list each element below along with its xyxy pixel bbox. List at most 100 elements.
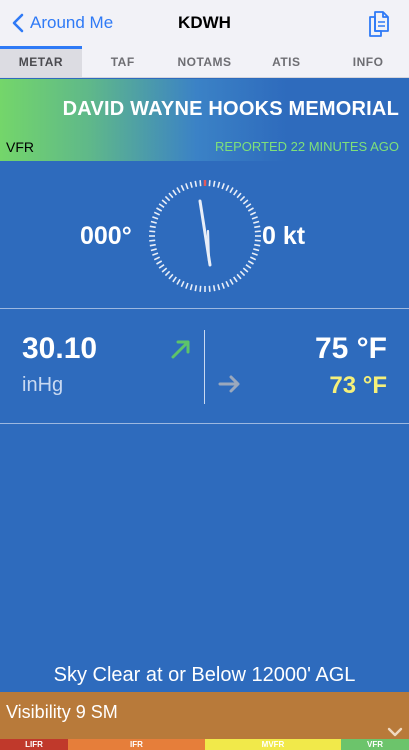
compass-tick xyxy=(172,276,177,283)
chevron-down-icon[interactable] xyxy=(387,726,403,739)
scale-lifr: LIFR xyxy=(0,739,68,750)
navigation-bar: Around Me KDWH xyxy=(0,0,409,46)
tab-label: METAR xyxy=(18,54,64,69)
compass-tick xyxy=(180,280,185,288)
compass-tick xyxy=(149,239,156,242)
compass-tick xyxy=(249,211,257,216)
compass-tick xyxy=(189,181,193,188)
compass-tick xyxy=(158,203,165,208)
compass-tick xyxy=(185,183,189,190)
arrow-right-icon xyxy=(218,375,240,393)
compass-tick xyxy=(217,181,221,188)
tab-taf[interactable]: TAF xyxy=(82,46,164,77)
tab-bar: METAR TAF NOTAMS ATIS INFO xyxy=(0,46,409,78)
compass-tick xyxy=(239,270,246,277)
compass-tick xyxy=(254,230,261,233)
compass-tick xyxy=(212,285,216,292)
compass-tick xyxy=(199,180,202,187)
dewpoint-value: 73 °F xyxy=(329,372,387,399)
documents-icon[interactable] xyxy=(367,9,391,39)
compass-tick xyxy=(164,195,171,202)
compass-tick xyxy=(150,248,157,252)
compass-tick xyxy=(225,184,230,192)
tab-metar[interactable]: METAR xyxy=(0,46,82,77)
compass-tick xyxy=(229,278,234,285)
wind-direction: 000° xyxy=(80,222,132,250)
compass-tick xyxy=(194,285,198,292)
compass-tick xyxy=(253,248,260,252)
compass-tick xyxy=(150,220,157,224)
compass-tick xyxy=(152,252,159,256)
compass-tick xyxy=(199,285,202,292)
compass-tick xyxy=(149,243,156,247)
tab-info[interactable]: INFO xyxy=(327,46,409,77)
compass-tick xyxy=(229,187,234,194)
compass-tick xyxy=(164,270,171,277)
compass-tick xyxy=(242,267,249,273)
altimeter-value: 30.10 xyxy=(22,332,98,365)
category-scale: LIFR IFR MVFR VFR xyxy=(0,739,409,750)
compass-tick xyxy=(176,278,181,285)
compass-tick xyxy=(149,225,156,229)
compass-tick xyxy=(149,230,156,233)
tab-label: ATIS xyxy=(272,54,301,69)
sky-condition: Sky Clear at or Below 12000' AGL xyxy=(53,664,356,686)
wind-section: 000° 0 kt xyxy=(0,161,409,309)
compass-tick xyxy=(161,267,168,273)
compass-tick xyxy=(156,260,163,265)
compass-tick xyxy=(156,207,163,212)
compass-tick xyxy=(242,199,249,205)
compass-tick xyxy=(168,192,174,199)
compass-tick xyxy=(225,280,230,288)
compass-tick xyxy=(247,207,254,212)
compass-tick xyxy=(172,189,177,196)
scale-vfr: VFR xyxy=(341,739,409,750)
compass-tick xyxy=(185,282,189,289)
wind-compass xyxy=(149,180,261,292)
tab-notams[interactable]: NOTAMS xyxy=(164,46,246,77)
compass-tick xyxy=(245,203,252,208)
flight-category: VFR xyxy=(6,139,34,155)
tab-label: NOTAMS xyxy=(177,54,232,69)
compass-tick xyxy=(251,216,258,220)
compass-tick xyxy=(249,256,257,261)
arrow-up-right-icon xyxy=(171,340,190,359)
compass-tick xyxy=(253,220,260,224)
compass-tick xyxy=(254,239,261,242)
compass-tick xyxy=(236,273,242,280)
compass-tick xyxy=(208,285,211,292)
compass-tick xyxy=(161,199,168,205)
compass-tick xyxy=(158,264,165,269)
tab-atis[interactable]: ATIS xyxy=(245,46,327,77)
compass-tick xyxy=(176,187,181,194)
visibility-bar[interactable]: Visibility 9 SM xyxy=(0,692,409,739)
compass-tick xyxy=(245,264,252,269)
compass-tick xyxy=(233,276,238,283)
compass-tick xyxy=(153,256,161,261)
compass-tick xyxy=(251,252,258,256)
tab-label: TAF xyxy=(110,54,135,69)
compass-tick xyxy=(153,211,161,216)
station-banner: DAVID WAYNE HOOKS MEMORIAL VFR REPORTED … xyxy=(0,79,409,161)
wind-needle-tail xyxy=(206,229,211,263)
compass-tick xyxy=(168,273,174,280)
report-age: REPORTED 22 MINUTES AGO xyxy=(215,139,399,154)
tab-label: INFO xyxy=(352,54,384,69)
temperature-value: 75 °F xyxy=(314,332,387,365)
compass-tick xyxy=(180,184,185,192)
wind-speed: 0 kt xyxy=(262,222,306,250)
airport-name: DAVID WAYNE HOOKS MEMORIAL xyxy=(62,98,399,120)
compass-tick xyxy=(254,225,261,229)
readings-divider xyxy=(204,330,205,404)
compass-tick xyxy=(221,282,225,289)
compass-tick xyxy=(189,284,193,291)
compass-tick xyxy=(212,180,216,187)
compass-tick xyxy=(247,260,254,265)
page-title: KDWH xyxy=(178,13,231,32)
compass-tick xyxy=(217,284,221,291)
visibility-text: Visibility 9 SM xyxy=(6,702,118,722)
scale-mvfr: MVFR xyxy=(205,739,341,750)
compass-tick xyxy=(254,243,261,247)
compass-tick xyxy=(239,195,246,202)
compass-tick xyxy=(194,180,198,187)
